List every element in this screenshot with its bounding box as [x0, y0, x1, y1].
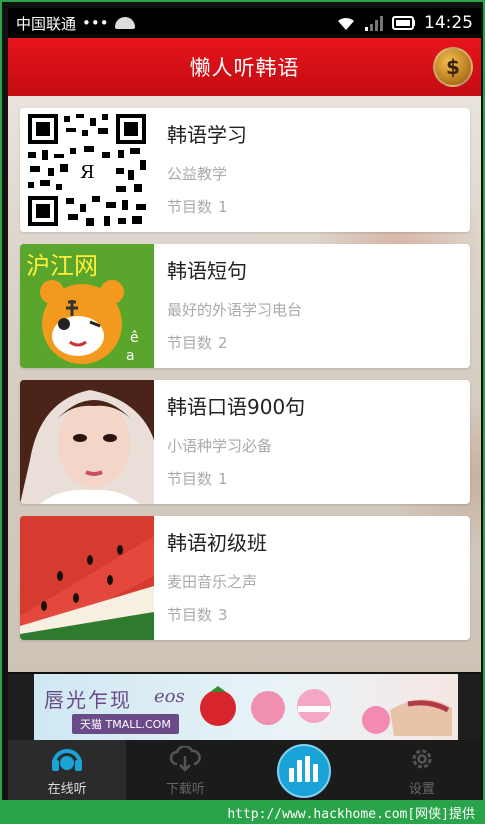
program-list[interactable]: Я 韩语学习 公益教学 节目数 1 沪江网 ê a 韩语短句 最好的外语学习电台… [8, 96, 481, 672]
tab-label: 在线听 [47, 781, 87, 797]
program-card[interactable]: 韩语口语900句 小语种学习必备 节目数 1 [20, 380, 470, 504]
hujiang-tiger-thumbnail: 沪江网 ê a [20, 244, 154, 368]
cloud-download-icon [168, 744, 202, 776]
program-title: 韩语短句 [167, 259, 247, 283]
ad-image[interactable]: 唇光乍现 eos 天猫 TMALL.COM [34, 674, 458, 740]
program-card[interactable]: Я 韩语学习 公益教学 节目数 1 [20, 108, 470, 232]
now-playing-button[interactable] [245, 740, 363, 802]
tab-download-listen[interactable]: 下载听 [126, 740, 244, 802]
carrier-group: 中国联通 ••• [16, 13, 135, 34]
program-title: 韩语口语900句 [167, 395, 306, 419]
status-right: 14:25 [336, 13, 473, 33]
program-info: 韩语口语900句 小语种学习必备 节目数 1 [154, 380, 305, 504]
equalizer-bar [297, 760, 303, 782]
portrait-thumbnail [20, 380, 154, 504]
equalizer-bar [305, 756, 311, 782]
tab-settings[interactable]: 设置 [363, 740, 481, 802]
equalizer-bar [313, 764, 319, 782]
status-bar: 中国联通 ••• 14:25 [8, 8, 481, 38]
clock: 14:25 [424, 13, 473, 33]
count-label: 节目数 [167, 334, 213, 352]
program-title: 韩语初级班 [167, 531, 267, 555]
qr-code-thumbnail: Я [20, 108, 154, 232]
program-card[interactable]: 韩语初级班 麦田音乐之声 节目数 3 [20, 516, 470, 640]
tab-label: 设置 [408, 781, 435, 797]
app-header: 懒人听韩语 $ [8, 38, 481, 96]
count-value: 1 [218, 470, 228, 488]
ad-banner[interactable]: 唇光乍现 eos 天猫 TMALL.COM [8, 674, 481, 740]
count-label: 节目数 [167, 470, 213, 488]
notification-dots: ••• [82, 14, 109, 32]
program-card[interactable]: 沪江网 ê a 韩语短句 最好的外语学习电台 节目数 2 [20, 244, 470, 368]
program-info: 韩语短句 最好的外语学习电台 节目数 2 [154, 244, 302, 368]
hujiang-logo-text: 沪江网 [26, 252, 98, 280]
phone-screen: 中国联通 ••• 14:25 懒人听韩语 $ Я 韩语学习 公益教学 节目数 1… [0, 0, 485, 802]
carrier-name: 中国联通 [16, 14, 77, 33]
equalizer-icon [276, 744, 331, 798]
program-count: 节目数 3 [167, 600, 267, 630]
headphones-icon [50, 746, 84, 776]
program-count: 节目数 1 [167, 192, 247, 222]
wifi-icon [336, 15, 356, 31]
tab-online-listen[interactable]: 在线听 [8, 740, 127, 802]
program-subtitle: 公益教学 [167, 165, 228, 183]
money-bag-icon[interactable]: $ [433, 47, 473, 87]
count-label: 节目数 [167, 606, 213, 624]
ad-tmall-badge: 天猫 TMALL.COM [72, 714, 179, 734]
program-count: 节目数 2 [167, 328, 302, 358]
count-value: 3 [218, 606, 228, 624]
watermark-footer: http://www.hackhome.com[网侠]提供 [0, 800, 485, 824]
lip-balm-products-image [200, 686, 452, 736]
gear-icon [407, 746, 437, 776]
tab-label: 下载听 [165, 781, 205, 797]
signal-icon [364, 15, 384, 31]
bottom-navigation: 在线听 下载听 设置 [8, 740, 481, 802]
svg-text:ê: ê [130, 330, 139, 346]
dollar-symbol: $ [446, 55, 460, 79]
watermark-text: http://www.hackhome.com[网侠]提供 [227, 806, 475, 822]
battery-icon [392, 16, 416, 30]
watermelon-thumbnail [20, 516, 154, 640]
program-info: 韩语学习 公益教学 节目数 1 [154, 108, 247, 232]
svg-text:a: a [126, 348, 135, 364]
ad-title: 唇光乍现 [44, 688, 132, 712]
ad-brand: eos [154, 686, 185, 707]
program-count: 节目数 1 [167, 464, 305, 494]
program-subtitle: 麦田音乐之声 [167, 573, 258, 591]
page-title: 懒人听韩语 [189, 56, 300, 80]
program-subtitle: 小语种学习必备 [167, 437, 273, 455]
count-label: 节目数 [167, 198, 213, 216]
program-title: 韩语学习 [167, 123, 247, 147]
equalizer-bar [289, 768, 295, 782]
count-value: 2 [218, 334, 228, 352]
svg-text:Я: Я [80, 162, 95, 183]
android-icon [114, 17, 135, 29]
count-value: 1 [218, 198, 228, 216]
program-info: 韩语初级班 麦田音乐之声 节目数 3 [154, 516, 267, 640]
program-subtitle: 最好的外语学习电台 [167, 301, 303, 319]
